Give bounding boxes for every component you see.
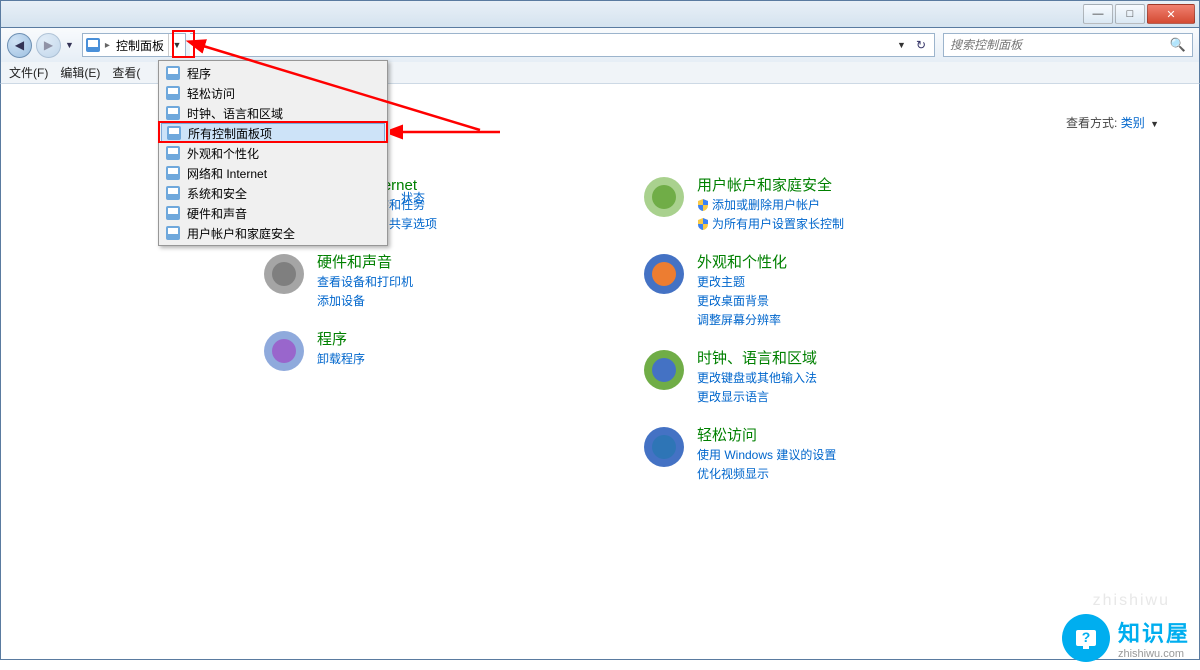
ease-icon xyxy=(165,85,181,101)
dropdown-item-label: 所有控制面板项 xyxy=(188,125,272,142)
close-button[interactable]: ✕ xyxy=(1147,4,1195,24)
sec-icon xyxy=(165,185,181,201)
category-item: 轻松访问使用 Windows 建议的设置优化视频显示 xyxy=(641,424,961,483)
view-mode-label: 查看方式: xyxy=(1066,116,1117,130)
category-item: 程序卸载程序 xyxy=(261,328,581,374)
category-title[interactable]: 程序 xyxy=(317,328,365,349)
category-link[interactable]: 卸载程序 xyxy=(317,350,365,368)
dropdown-item[interactable]: 时钟、语言和区域 xyxy=(161,103,385,123)
logo-url: zhishiwu.com xyxy=(1118,648,1190,660)
category-title[interactable]: 时钟、语言和区域 xyxy=(697,347,817,368)
app-icon xyxy=(165,65,181,81)
view-mode: 查看方式: 类别 ▼ xyxy=(1066,114,1159,131)
clock-icon xyxy=(165,105,181,121)
shield-icon xyxy=(697,199,709,211)
menu-file[interactable]: 文件(F) xyxy=(9,64,48,81)
category-icon xyxy=(641,251,687,297)
dropdown-item[interactable]: 所有控制面板项 xyxy=(161,123,385,143)
chevron-right-icon: ▸ xyxy=(103,40,112,51)
address-history-icon[interactable]: ▼ xyxy=(891,40,912,50)
panel-icon xyxy=(166,125,182,141)
shield-icon xyxy=(697,218,709,230)
sound-icon xyxy=(165,205,181,221)
maximize-button[interactable]: □ xyxy=(1115,4,1145,24)
category-link[interactable]: 添加或删除用户帐户 xyxy=(697,196,844,214)
dropdown-item[interactable]: 轻松访问 xyxy=(161,83,385,103)
menu-view[interactable]: 查看( xyxy=(112,64,140,81)
category-item: 硬件和声音查看设备和打印机添加设备 xyxy=(261,251,581,310)
category-icon xyxy=(261,328,307,374)
category-link[interactable]: 添加设备 xyxy=(317,292,413,310)
appear-icon xyxy=(165,145,181,161)
minimize-button[interactable]: — xyxy=(1083,4,1113,24)
category-link[interactable]: 查看设备和打印机 xyxy=(317,273,413,291)
category-title[interactable]: 用户帐户和家庭安全 xyxy=(697,174,844,195)
category-link[interactable]: 优化视频显示 xyxy=(697,465,836,483)
dropdown-item-label: 用户帐户和家庭安全 xyxy=(187,225,295,242)
category-link[interactable]: 更改主题 xyxy=(697,273,787,291)
menu-edit[interactable]: 编辑(E) xyxy=(60,64,100,81)
dropdown-item-label: 系统和安全 xyxy=(187,185,247,202)
search-icon[interactable]: 🔍 xyxy=(1170,37,1186,53)
category-grid: 网络和 Internet查看网络状态和任务选择家庭组和共享选项硬件和声音查看设备… xyxy=(261,174,1159,483)
nav-dropdown-icon[interactable]: ▼ xyxy=(65,40,74,50)
category-title[interactable]: 轻松访问 xyxy=(697,424,836,445)
category-item: 外观和个性化更改主题更改桌面背景调整屏幕分辨率 xyxy=(641,251,961,329)
svg-text:?: ? xyxy=(1082,629,1091,645)
category-title[interactable]: 硬件和声音 xyxy=(317,251,413,272)
category-item: 时钟、语言和区域更改键盘或其他输入法更改显示语言 xyxy=(641,347,961,406)
address-dropdown-toggle[interactable]: ▼ xyxy=(169,34,185,56)
status-text: 状态 xyxy=(401,189,425,206)
logo-text: 知识屋 xyxy=(1118,616,1190,648)
address-text[interactable]: 控制面板 xyxy=(112,34,169,56)
address-bar[interactable]: ▸ 控制面板 ▼ xyxy=(82,33,186,57)
address-dropdown-menu[interactable]: 程序轻松访问时钟、语言和区域所有控制面板项外观和个性化网络和 Internet 系… xyxy=(158,60,388,246)
category-link[interactable]: 为所有用户设置家长控制 xyxy=(697,215,844,233)
dropdown-item-label: 程序 xyxy=(187,65,211,82)
dropdown-item[interactable]: 用户帐户和家庭安全 xyxy=(161,223,385,243)
category-link[interactable]: 更改键盘或其他输入法 xyxy=(697,369,817,387)
category-link[interactable]: 更改桌面背景 xyxy=(697,292,787,310)
category-icon xyxy=(641,424,687,470)
category-link[interactable]: 调整屏幕分辨率 xyxy=(697,311,787,329)
category-icon xyxy=(641,347,687,393)
chevron-down-icon[interactable]: ▼ xyxy=(1150,119,1159,129)
dropdown-item-label: 硬件和声音 xyxy=(187,205,247,222)
dropdown-item[interactable]: 外观和个性化 xyxy=(161,143,385,163)
net-icon xyxy=(165,165,181,181)
back-button[interactable]: ◀ xyxy=(7,33,32,58)
category-item: 用户帐户和家庭安全添加或删除用户帐户为所有用户设置家长控制 xyxy=(641,174,961,233)
dropdown-item-label: 网络和 Internet xyxy=(187,165,267,182)
category-link[interactable]: 更改显示语言 xyxy=(697,388,817,406)
category-column-right: 用户帐户和家庭安全添加或删除用户帐户为所有用户设置家长控制外观和个性化更改主题更… xyxy=(641,174,961,483)
category-title[interactable]: 外观和个性化 xyxy=(697,251,787,272)
watermark-logo: ? 知识屋 zhishiwu.com xyxy=(1062,614,1190,662)
logo-badge-icon: ? xyxy=(1062,614,1110,662)
category-icon xyxy=(261,251,307,297)
dropdown-item[interactable]: 硬件和声音 xyxy=(161,203,385,223)
address-spacer: ▼ ↻ xyxy=(190,33,935,57)
dropdown-item-label: 外观和个性化 xyxy=(187,145,259,162)
dropdown-item-label: 时钟、语言和区域 xyxy=(187,105,283,122)
category-icon xyxy=(641,174,687,220)
category-link[interactable]: 使用 Windows 建议的设置 xyxy=(697,446,836,464)
view-mode-value[interactable]: 类别 xyxy=(1121,116,1145,130)
forward-button[interactable]: ▶ xyxy=(36,33,61,58)
dropdown-item[interactable]: 系统和安全 xyxy=(161,183,385,203)
refresh-button[interactable]: ↻ xyxy=(912,38,930,52)
navigation-bar: ◀ ▶ ▼ ▸ 控制面板 ▼ ▼ ↻ 🔍 xyxy=(0,28,1200,62)
search-input[interactable] xyxy=(950,38,1170,52)
watermark-faint: zhishiwu xyxy=(1093,592,1170,610)
search-box[interactable]: 🔍 xyxy=(943,33,1193,57)
user-icon xyxy=(165,225,181,241)
control-panel-icon xyxy=(83,34,103,56)
window-titlebar: — □ ✕ xyxy=(0,0,1200,28)
dropdown-item[interactable]: 程序 xyxy=(161,63,385,83)
dropdown-item[interactable]: 网络和 Internet xyxy=(161,163,385,183)
dropdown-item-label: 轻松访问 xyxy=(187,85,235,102)
